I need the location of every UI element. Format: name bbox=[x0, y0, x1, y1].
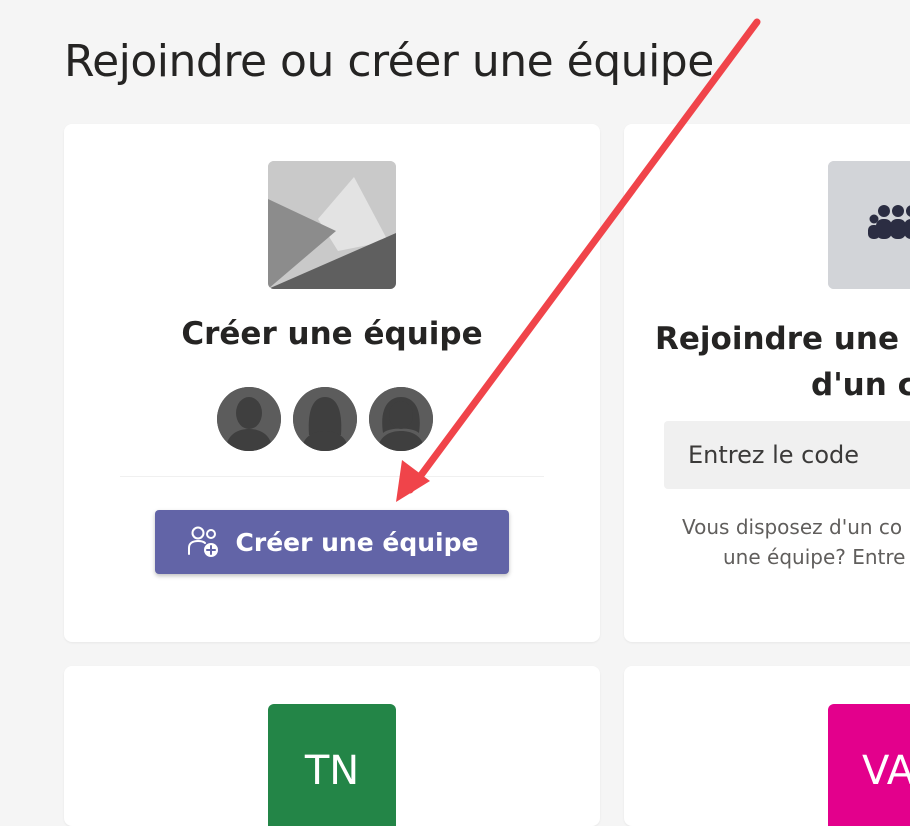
join-team-title-line1: Rejoindre une é bbox=[655, 321, 910, 357]
team-avatar-tile: VA bbox=[828, 704, 910, 826]
create-team-card: Créer une équipe Créer une équipe bbox=[64, 124, 600, 642]
join-description-line1: Vous disposez d'un co bbox=[682, 515, 903, 539]
join-team-description: Vous disposez d'un co une équipe? Entre bbox=[664, 512, 910, 572]
create-team-button[interactable]: Créer une équipe bbox=[155, 510, 509, 574]
divider bbox=[120, 476, 544, 477]
join-description-line2: une équipe? Entre bbox=[723, 545, 906, 569]
create-team-button-label: Créer une équipe bbox=[235, 527, 479, 557]
avatar bbox=[293, 387, 357, 451]
team-card[interactable]: VA bbox=[624, 666, 910, 826]
create-team-title: Créer une équipe bbox=[181, 316, 483, 352]
avatar bbox=[217, 387, 281, 451]
avatar bbox=[369, 387, 433, 451]
join-team-title: Rejoindre une é d'un c bbox=[655, 316, 910, 408]
join-team-title-line2: d'un c bbox=[811, 367, 910, 403]
team-card[interactable]: TN bbox=[64, 666, 600, 826]
team-avatar-tile: TN bbox=[268, 704, 396, 826]
team-group-icon bbox=[828, 161, 910, 289]
page-title: Rejoindre ou créer une équipe bbox=[64, 36, 714, 87]
team-code-input[interactable] bbox=[664, 421, 910, 489]
team-image-placeholder-icon bbox=[268, 161, 396, 289]
add-team-icon bbox=[187, 526, 218, 557]
join-team-card: Rejoindre une é d'un c Vous disposez d'u… bbox=[624, 124, 910, 642]
member-avatars bbox=[217, 387, 433, 451]
